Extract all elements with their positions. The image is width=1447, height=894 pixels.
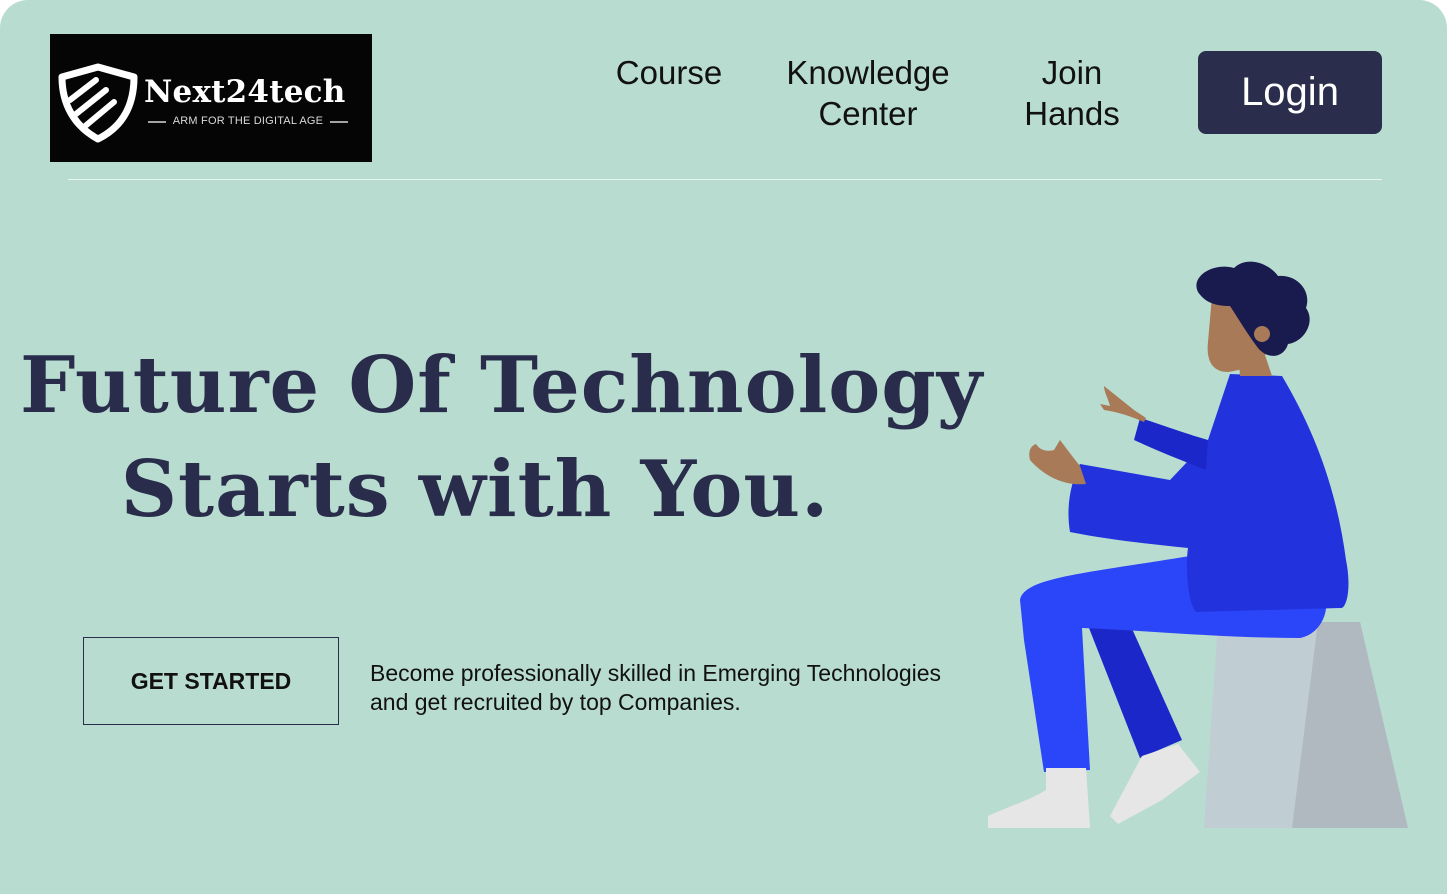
- nav-knowledge-label-line1: Knowledge: [786, 54, 950, 91]
- brand-logo[interactable]: Next24tech ARM FOR THE DIGITAL AGE: [50, 34, 372, 162]
- header-divider: [68, 179, 1382, 180]
- nav-join-hands-link[interactable]: Join Hands: [1002, 52, 1142, 134]
- hero-description: Become professionally skilled in Emergin…: [370, 659, 1010, 717]
- get-started-button[interactable]: GET STARTED: [83, 637, 339, 725]
- logo-name: Next24tech: [144, 74, 346, 110]
- nav-course-label: Course: [615, 54, 723, 91]
- landing-page: Next24tech ARM FOR THE DIGITAL AGE Cours…: [0, 0, 1447, 894]
- login-button[interactable]: Login: [1198, 51, 1382, 134]
- nav-knowledge-label-line2: Center: [818, 95, 918, 132]
- logo-tagline: ARM FOR THE DIGITAL AGE: [172, 115, 324, 127]
- person-sitting-illustration: [988, 261, 1408, 828]
- hero-headline-line1: Future Of Technology: [20, 340, 984, 431]
- nav-join-label-line2: Hands: [1024, 95, 1120, 132]
- hero-description-line2: and get recruited by top Companies.: [370, 689, 741, 715]
- hero-headline: Future Of Technology Starts with You.: [20, 334, 984, 542]
- hero-description-line1: Become professionally skilled in Emergin…: [370, 660, 942, 686]
- nav-course-link[interactable]: Course: [604, 52, 734, 93]
- nav-knowledge-center-link[interactable]: Knowledge Center: [768, 52, 968, 134]
- hero-headline-line2: Starts with You.: [120, 444, 830, 535]
- nav-join-label-line1: Join: [1041, 54, 1103, 91]
